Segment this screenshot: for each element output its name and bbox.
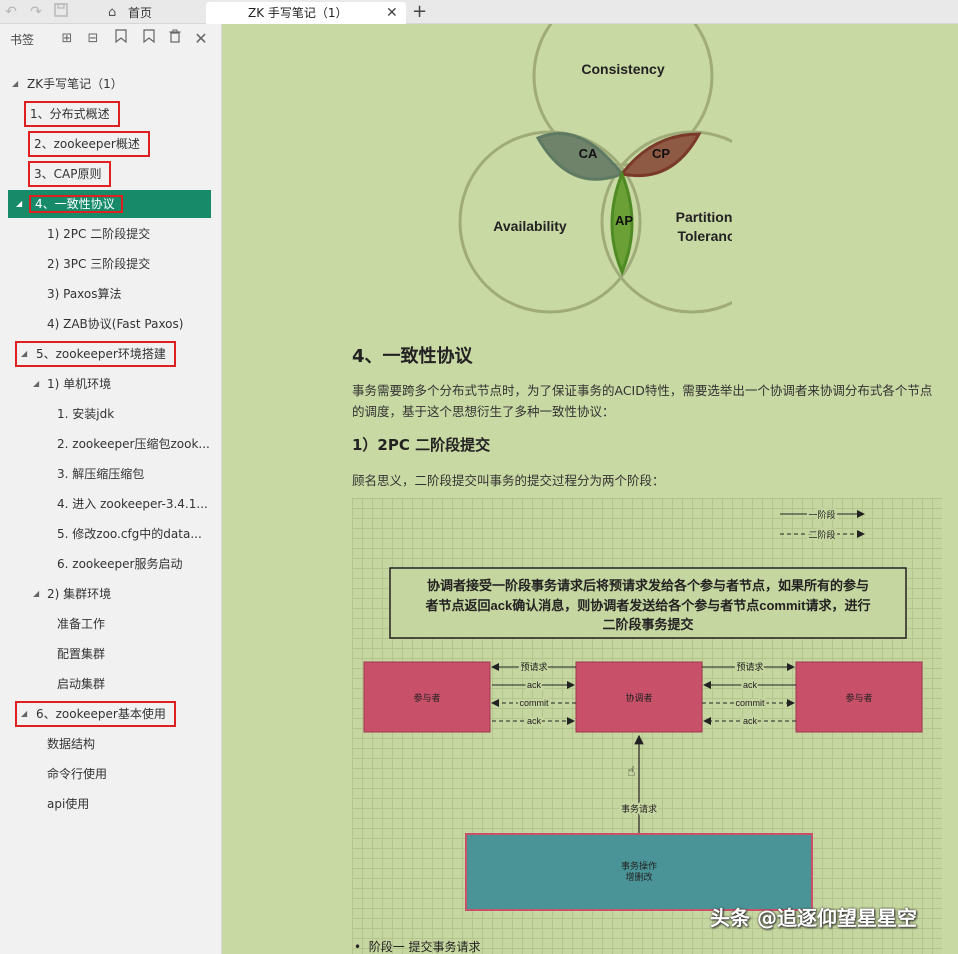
- tree-item-consistency-protocol[interactable]: ◢ 4、一致性协议: [16, 193, 123, 215]
- bookmark-icon[interactable]: [140, 29, 158, 49]
- tree-item-zk-package[interactable]: 2. zookeeper压缩包zook...: [57, 433, 210, 455]
- ack-label-left-1: ack: [527, 680, 542, 690]
- tree-item-env-setup[interactable]: ◢ 5、zookeeper环境搭建: [15, 341, 176, 367]
- sidebar-title: 书签: [10, 33, 35, 47]
- bookmark-sidebar: 书签 ⊞ ⊟ ✕ ◢ ZK手写笔记（1） 1、分布式概述 2、zookeeper概…: [0, 24, 222, 954]
- tree-item-unzip[interactable]: 3. 解压缩压缩包: [57, 463, 144, 485]
- tree-item-start-service[interactable]: 6. zookeeper服务启动: [57, 553, 182, 575]
- prerequest-label-left: 预请求: [520, 661, 547, 672]
- expand-all-icon[interactable]: ⊞: [58, 29, 76, 49]
- tree-item-start-cluster[interactable]: 启动集群: [57, 673, 105, 695]
- tree-item-cluster[interactable]: ◢ 2) 集群环境: [33, 583, 111, 605]
- cap-venn-diagram: Consistency Availability Partition Toler…: [458, 24, 732, 314]
- ap-label: AP: [615, 213, 633, 228]
- expanded-arrow-icon: ◢: [33, 379, 40, 388]
- tree-item-standalone[interactable]: ◢ 1) 单机环境: [33, 373, 111, 395]
- expanded-arrow-icon: ◢: [16, 199, 23, 208]
- tree-item-distributed-overview[interactable]: 1、分布式概述: [24, 101, 120, 127]
- watermark: 头条 @追逐仰望星星空: [710, 906, 917, 930]
- ack-label-right-2: ack: [743, 716, 758, 726]
- section-paragraph: 事务需要跨多个分布式节点时，为了保证事务的ACID特性，需要选举出一个协调者来协…: [352, 383, 933, 419]
- tree-item-3pc[interactable]: 2) 3PC 三阶段提交: [47, 253, 150, 275]
- undo-icon[interactable]: ↶: [2, 3, 20, 21]
- subsection-paragraph: 顾名思义，二阶段提交叫事务的提交过程分为两个阶段：: [352, 473, 665, 488]
- tree-item-basic-usage[interactable]: ◢ 6、zookeeper基本使用: [15, 701, 176, 727]
- expanded-arrow-icon: ◢: [21, 349, 28, 358]
- tree-item-cap[interactable]: 3、CAP原则: [27, 161, 112, 187]
- explanation-line3: 二阶段事务提交: [602, 617, 693, 632]
- partition-label-line2: Tolerance: [677, 228, 732, 244]
- hand-cursor-icon: ☝: [627, 764, 636, 780]
- legend-phase2-label: 二阶段: [808, 529, 835, 540]
- cp-label: CP: [652, 146, 670, 161]
- consistency-label: Consistency: [581, 61, 664, 77]
- explanation-line2: 者节点返回ack确认消息，则协调者发送给各个参与者节点commit请求，进行: [425, 598, 871, 613]
- legend-phase1-label: 一阶段: [808, 509, 835, 520]
- expanded-arrow-icon: ◢: [21, 709, 28, 718]
- add-tab-icon[interactable]: +: [412, 2, 427, 22]
- tree-item-enter-dir[interactable]: 4. 进入 zookeeper-3.4.1...: [57, 493, 208, 515]
- coordinator-label: 协调者: [625, 692, 652, 703]
- tab-home-label: 首页: [128, 6, 153, 20]
- ack-label-left-2: ack: [527, 716, 542, 726]
- txn-box-line1: 事务操作: [621, 860, 657, 871]
- tree-item-cli[interactable]: 命令行使用: [47, 763, 107, 785]
- two-phase-commit-diagram: 一阶段 二阶段 协调者接受一阶段事务请求后将预请求发给各个参与者节点，如果所有的…: [352, 498, 942, 954]
- save-icon[interactable]: [52, 3, 70, 21]
- tree-item-root[interactable]: ◢ ZK手写笔记（1）: [12, 73, 123, 95]
- participant-right-label: 参与者: [845, 692, 872, 703]
- explanation-line1: 协调者接受一阶段事务请求后将预请求发给各个参与者节点，如果所有的参与: [427, 578, 869, 593]
- tree-item-zab[interactable]: 4) ZAB协议(Fast Paxos): [47, 313, 183, 335]
- bullet-item: • 阶段一 提交事务请求: [354, 940, 481, 954]
- tree-item-install-jdk[interactable]: 1. 安装jdk: [57, 403, 114, 425]
- section-title: 4、一致性协议: [352, 346, 473, 367]
- tree-item-paxos[interactable]: 3) Paxos算法: [47, 283, 122, 305]
- sidebar-header: 书签 ⊞ ⊟ ✕: [0, 24, 222, 54]
- tab-zk-notes-label: ZK 手写笔记（1）: [248, 6, 348, 20]
- ca-label: CA: [579, 146, 598, 161]
- 2pc-diagram-svg: 一阶段 二阶段 协调者接受一阶段事务请求后将预请求发给各个参与者节点，如果所有的…: [363, 507, 923, 911]
- tree-item-config-cluster[interactable]: 配置集群: [57, 643, 105, 665]
- tree-item-2pc[interactable]: 1) 2PC 二阶段提交: [47, 223, 150, 245]
- close-icon[interactable]: ✕: [386, 2, 398, 24]
- tree-item-api[interactable]: api使用: [47, 793, 89, 815]
- tree-item-zookeeper-overview[interactable]: 2、zookeeper概述: [28, 131, 150, 157]
- tab-bar: ↶ ↷ ⌂ 首页 ZK 手写笔记（1） ✕ +: [0, 0, 958, 24]
- tree-item-prepare[interactable]: 准备工作: [57, 613, 105, 635]
- partition-label-line1: Partition: [676, 209, 732, 225]
- commit-label-right: commit: [736, 698, 765, 708]
- participant-left-label: 参与者: [413, 692, 440, 703]
- txn-request-label: 事务请求: [621, 803, 657, 814]
- tab-zk-notes[interactable]: ZK 手写笔记（1） ✕: [206, 2, 406, 24]
- redo-icon[interactable]: ↷: [27, 3, 45, 21]
- collapse-all-icon[interactable]: ⊟: [84, 29, 102, 49]
- add-bookmark-icon[interactable]: [112, 29, 130, 49]
- availability-label: Availability: [493, 218, 567, 234]
- tree-item-edit-cfg[interactable]: 5. 修改zoo.cfg中的data...: [57, 523, 202, 545]
- expanded-arrow-icon: ◢: [33, 589, 40, 598]
- delete-icon[interactable]: [166, 29, 184, 49]
- tree-item-data-structure[interactable]: 数据结构: [47, 733, 95, 755]
- close-sidebar-icon[interactable]: ✕: [192, 29, 210, 49]
- commit-label-left: commit: [520, 698, 549, 708]
- prerequest-label-right: 预请求: [736, 661, 763, 672]
- expanded-arrow-icon: ◢: [12, 79, 19, 88]
- home-icon: ⌂: [108, 5, 117, 20]
- document-view: Consistency Availability Partition Toler…: [222, 24, 958, 954]
- tab-home[interactable]: ⌂ 首页: [80, 2, 204, 24]
- ack-label-right-1: ack: [743, 680, 758, 690]
- subsection-title: 1）2PC 二阶段提交: [352, 436, 491, 454]
- txn-box-line2: 增删改: [625, 871, 652, 882]
